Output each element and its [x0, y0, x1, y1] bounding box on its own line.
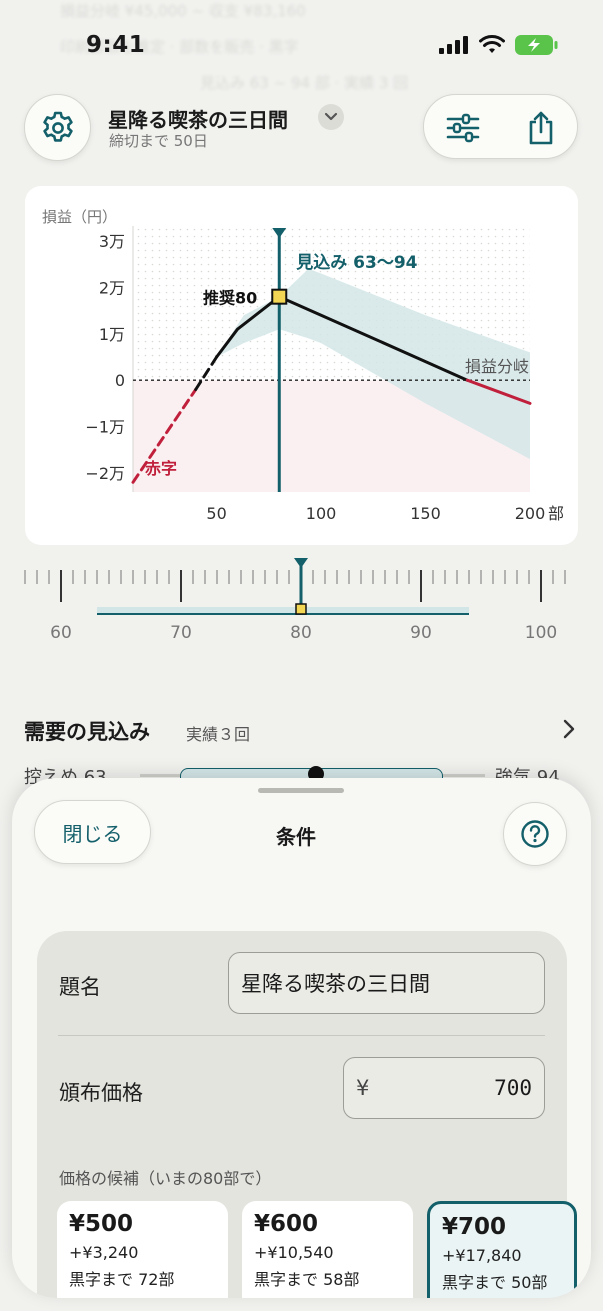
- price-candidate-500[interactable]: ¥500 +¥3,240 黒字まで 72部: [57, 1201, 228, 1298]
- ruler-label: 90: [410, 623, 432, 643]
- candidate-price: ¥500: [69, 1211, 134, 1237]
- help-button[interactable]: [503, 802, 567, 866]
- candidate-price: ¥600: [254, 1211, 319, 1237]
- ruler-selected-marker: [295, 603, 307, 615]
- filters-button[interactable]: [424, 95, 501, 160]
- share-button[interactable]: [502, 95, 579, 160]
- price-currency: ¥: [356, 1076, 370, 1100]
- candidate-breakeven: 黒字まで 72部: [69, 1270, 175, 1289]
- candidate-profit: +¥17,840: [442, 1246, 522, 1265]
- candidate-profit: +¥3,240: [69, 1243, 139, 1262]
- demand-detail-button[interactable]: [562, 718, 576, 744]
- price-field-label: 頒布価格: [59, 1081, 143, 1105]
- question-icon: [521, 820, 549, 848]
- status-time: 9:41: [86, 32, 146, 58]
- quantity-ruler[interactable]: 60 70 80 90 100: [0, 556, 603, 656]
- x-tick-label: 50: [206, 504, 226, 523]
- share-icon: [529, 111, 552, 144]
- x-tick-label: 100: [306, 504, 337, 523]
- ruler-label: 60: [50, 623, 72, 643]
- conditions-sheet: 閉じる 条件 題名 星降る喫茶の三日間 頒布価格 ¥ 700 価格の候補（いまの…: [12, 778, 591, 1298]
- close-button[interactable]: 閉じる: [34, 800, 151, 864]
- price-candidate-600[interactable]: ¥600 +¥10,540 黒字まで 58部: [242, 1201, 413, 1298]
- ruler-selected-pointer: [294, 558, 308, 568]
- candidate-breakeven: 黒字まで 58部: [254, 1270, 360, 1289]
- status-icons: [439, 34, 559, 56]
- forecast-label: 見込み 63～94: [295, 253, 417, 273]
- demand-subtitle: 実績３回: [186, 725, 251, 744]
- deadline-subtitle: 締切まで 50日: [109, 132, 208, 150]
- demand-title[interactable]: 需要の見込み: [24, 716, 150, 746]
- loss-label: 赤字: [145, 459, 177, 478]
- profit-chart-card: 損益（円） 3万 2万 1万 0 −1万 −2万 50 100 150 200 部 見込み 63～94…: [25, 186, 578, 545]
- recommended-label: 推奨80: [203, 289, 257, 308]
- conditions-form: 題名 星降る喫茶の三日間 頒布価格 ¥ 700 価格の候補（いまの80部で） ¥…: [37, 931, 577, 1298]
- chevron-right-icon: [563, 719, 575, 739]
- price-candidates-label: 価格の候補（いまの80部で）: [59, 1169, 272, 1188]
- profit-chart[interactable]: 損益（円） 3万 2万 1万 0 −1万 −2万 50 100 150 200 部 見込み 63～94…: [25, 186, 578, 545]
- price-candidate-700[interactable]: ¥700 +¥17,840 黒字まで 50部: [427, 1201, 577, 1298]
- y-tick-label: 1万: [99, 325, 125, 344]
- form-divider: [58, 1035, 545, 1036]
- chevron-down-icon: [324, 112, 338, 121]
- ruler-label: 80: [290, 623, 312, 643]
- sliders-icon: [446, 113, 479, 142]
- candidate-price: ¥700: [442, 1214, 507, 1240]
- x-tick-label: 200: [515, 504, 546, 523]
- wifi-icon: [479, 35, 505, 53]
- settings-button[interactable]: [24, 94, 91, 161]
- background-line-1: 損益分岐 ¥45,000 ~ 収支 ¥83,160: [60, 2, 306, 20]
- signal-icon: [439, 36, 468, 54]
- ruler-label: 70: [170, 623, 192, 643]
- y-tick-label: 3万: [99, 232, 125, 251]
- header-action-group: [423, 94, 578, 159]
- x-axis-unit: 部: [548, 504, 564, 523]
- y-axis-title: 損益（円）: [42, 208, 117, 226]
- ruler-label: 100: [525, 623, 557, 643]
- candidate-breakeven: 黒字まで 50部: [442, 1273, 548, 1292]
- y-tick-label: −2万: [85, 464, 125, 483]
- background-line-3: 見込み 63 ~ 94 部 · 実績 3 回: [200, 74, 409, 92]
- y-tick-label: −1万: [85, 418, 125, 437]
- price-field[interactable]: ¥ 700: [343, 1057, 545, 1119]
- breakeven-label: 損益分岐: [465, 357, 529, 376]
- recommended-marker: [271, 288, 288, 305]
- price-value: 700: [494, 1076, 532, 1100]
- x-tick-label: 150: [410, 504, 441, 523]
- battery-icon: [515, 35, 558, 55]
- project-title[interactable]: 星降る喫茶の三日間: [108, 104, 288, 133]
- title-field-label: 題名: [59, 975, 101, 999]
- candidate-profit: +¥10,540: [254, 1243, 334, 1262]
- sheet-title: 条件: [276, 825, 316, 849]
- y-tick-label: 2万: [99, 278, 125, 297]
- sheet-grabber[interactable]: [258, 788, 344, 793]
- title-menu-button[interactable]: [318, 104, 344, 130]
- title-field[interactable]: 星降る喫茶の三日間: [228, 952, 545, 1014]
- gear-icon: [42, 111, 73, 142]
- y-tick-label: 0: [115, 371, 125, 390]
